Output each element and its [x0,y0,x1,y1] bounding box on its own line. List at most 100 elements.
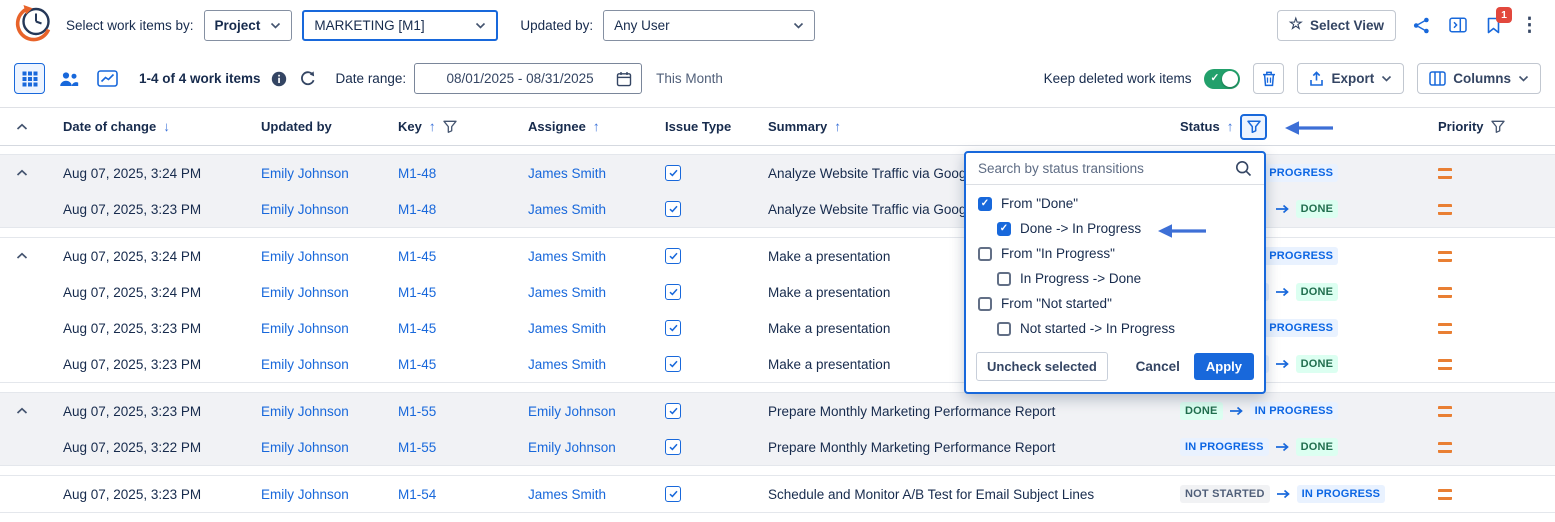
checkbox[interactable] [997,322,1011,336]
priority-medium-icon [1438,323,1452,334]
export-button[interactable]: Export [1297,63,1404,94]
more-menu-button[interactable]: ⋮ [1518,14,1541,37]
trash-icon [1262,71,1276,87]
checkbox[interactable] [978,297,992,311]
checkbox[interactable] [978,197,992,211]
updated-by-link[interactable]: Emily Johnson [261,357,349,372]
status-filter-option[interactable]: From "Not started" [966,291,1264,316]
checkbox[interactable] [997,272,1011,286]
updated-by-link[interactable]: Emily Johnson [261,440,349,455]
issue-key-link[interactable]: M1-48 [398,202,436,217]
updated-by-link[interactable]: Emily Johnson [261,285,349,300]
table-row[interactable]: Aug 07, 2025, 3:23 PM Emily Johnson M1-4… [0,191,1555,227]
assignee-link[interactable]: James Smith [528,321,606,336]
group-collapse-icon[interactable] [16,252,28,260]
issue-key-link[interactable]: M1-54 [398,487,436,502]
header-updated-by[interactable]: Updated by [242,119,379,134]
whats-new-button[interactable]: 1 [1484,15,1503,36]
assignee-link[interactable]: James Smith [528,202,606,217]
info-button[interactable] [269,69,289,89]
status-filter-option[interactable]: From "In Progress" [966,241,1264,266]
select-view-label: Select View [1310,18,1384,33]
table-row[interactable]: Aug 07, 2025, 3:24 PM Emily Johnson M1-4… [0,155,1555,191]
assignee-link[interactable]: James Smith [528,357,606,372]
status-transition: IN PROGRESS DONE [1161,438,1419,456]
uncheck-selected-button[interactable]: Uncheck selected [976,352,1108,381]
cancel-button[interactable]: Cancel [1136,359,1180,374]
table-row[interactable]: Aug 07, 2025, 3:23 PM Emily Johnson M1-4… [0,346,1555,382]
filter-icon[interactable] [1491,120,1505,133]
calendar-icon[interactable] [616,71,632,87]
table-row[interactable]: Aug 07, 2025, 3:23 PM Emily Johnson M1-5… [0,393,1555,429]
assignee-link[interactable]: James Smith [528,487,606,502]
assignee-link[interactable]: James Smith [528,285,606,300]
updated-by-link[interactable]: Emily Johnson [261,404,349,419]
apply-button[interactable]: Apply [1194,353,1254,380]
people-view-button[interactable] [53,63,84,94]
checkbox[interactable] [978,247,992,261]
project-select[interactable]: MARKETING [M1] [302,10,498,41]
header-assignee[interactable]: Assignee ↑ [509,119,646,134]
status-filter-option[interactable]: Done -> In Progress [966,216,1264,241]
header-key[interactable]: Key ↑ [379,119,509,134]
date-of-change: Aug 07, 2025, 3:23 PM [44,357,242,372]
table-row[interactable]: Aug 07, 2025, 3:24 PM Emily Johnson M1-4… [0,238,1555,274]
issue-key-link[interactable]: M1-45 [398,321,436,336]
group-collapse-icon[interactable] [16,169,28,177]
issue-type-cell [646,165,749,181]
status-filter-option[interactable]: From "Done" [966,191,1264,216]
issue-key-link[interactable]: M1-48 [398,166,436,181]
updated-by-link[interactable]: Emily Johnson [261,487,349,502]
collapse-cell [0,169,44,177]
row-group: Aug 07, 2025, 3:23 PM Emily Johnson M1-5… [0,475,1555,513]
assignee-link[interactable]: James Smith [528,249,606,264]
assignee-link[interactable]: James Smith [528,166,606,181]
collapse-cell [0,360,44,368]
chevron-down-icon [1381,75,1392,82]
assignee-link[interactable]: Emily Johnson [528,440,616,455]
table-view-button[interactable] [14,63,45,94]
user-filter-select[interactable]: Any User [603,10,815,41]
status-search-input[interactable] [978,161,1227,176]
status-filter-option[interactable]: In Progress -> Done [966,266,1264,291]
table-row[interactable]: Aug 07, 2025, 3:23 PM Emily Johnson M1-5… [0,476,1555,512]
issue-key-link[interactable]: M1-55 [398,440,436,455]
updated-by-link[interactable]: Emily Johnson [261,321,349,336]
keep-deleted-toggle[interactable]: ✓ [1204,69,1240,89]
collapse-all-button[interactable] [0,123,44,131]
group-by-select[interactable]: Project [204,10,293,41]
header-date-of-change[interactable]: Date of change ↓ [44,119,242,134]
assignee-link[interactable]: Emily Johnson [528,404,616,419]
columns-button[interactable]: Columns [1417,63,1541,94]
date-range-input[interactable] [414,63,642,94]
updated-by-link[interactable]: Emily Johnson [261,249,349,264]
header-priority[interactable]: Priority [1419,119,1555,134]
checkbox[interactable] [997,222,1011,236]
updated-by-link[interactable]: Emily Johnson [261,166,349,181]
status-filter-button[interactable] [1240,114,1267,140]
refresh-button[interactable] [297,68,319,89]
share-button[interactable] [1411,15,1432,36]
group-collapse-icon[interactable] [16,407,28,415]
table-row[interactable]: Aug 07, 2025, 3:23 PM Emily Johnson M1-4… [0,310,1555,346]
table-row[interactable]: Aug 07, 2025, 3:24 PM Emily Johnson M1-4… [0,274,1555,310]
select-view-button[interactable]: ☆ Select View [1277,10,1396,41]
header-issue-type[interactable]: Issue Type [646,119,749,134]
issue-key-link[interactable]: M1-55 [398,404,436,419]
top-bar: Select work items by: Project MARKETING … [0,0,1555,50]
refresh-icon [299,70,317,87]
status-filter-option[interactable]: Not started -> In Progress [966,316,1264,341]
filter-icon[interactable] [443,120,457,133]
side-panel-button[interactable] [1447,15,1469,35]
option-label: From "Done" [1001,196,1078,211]
updated-by-link[interactable]: Emily Johnson [261,202,349,217]
date-range-value[interactable] [424,71,616,86]
header-summary[interactable]: Summary ↑ [749,119,1161,134]
issue-key-link[interactable]: M1-45 [398,357,436,372]
chart-view-button[interactable] [92,63,123,94]
star-icon: ☆ [1289,17,1303,33]
issue-key-link[interactable]: M1-45 [398,285,436,300]
issue-key-link[interactable]: M1-45 [398,249,436,264]
table-row[interactable]: Aug 07, 2025, 3:22 PM Emily Johnson M1-5… [0,429,1555,465]
delete-button[interactable] [1253,63,1284,94]
